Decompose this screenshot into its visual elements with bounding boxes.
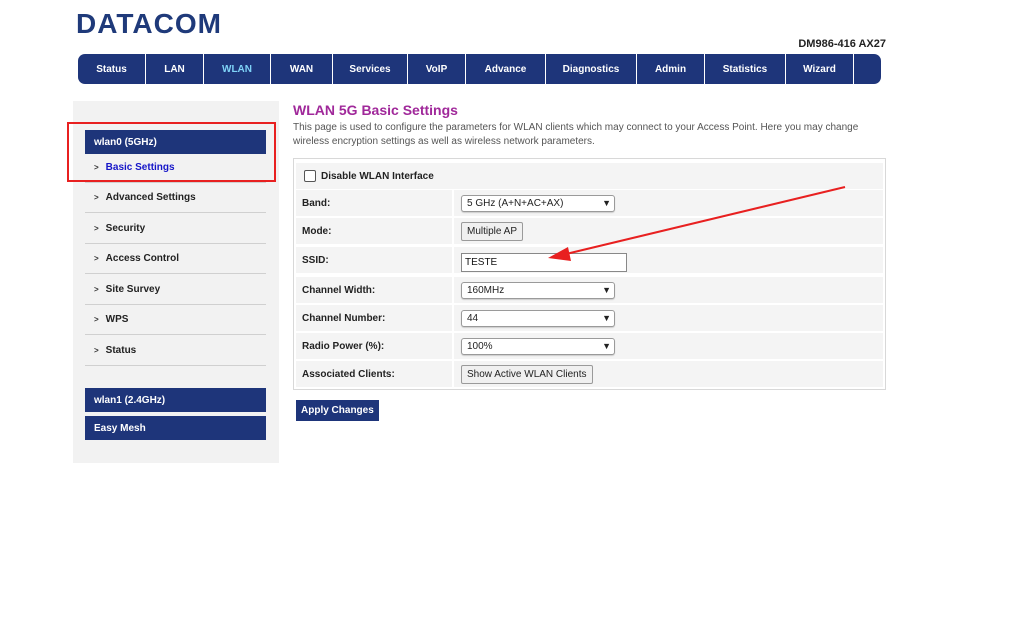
annotation-arrow-icon: [548, 186, 846, 261]
